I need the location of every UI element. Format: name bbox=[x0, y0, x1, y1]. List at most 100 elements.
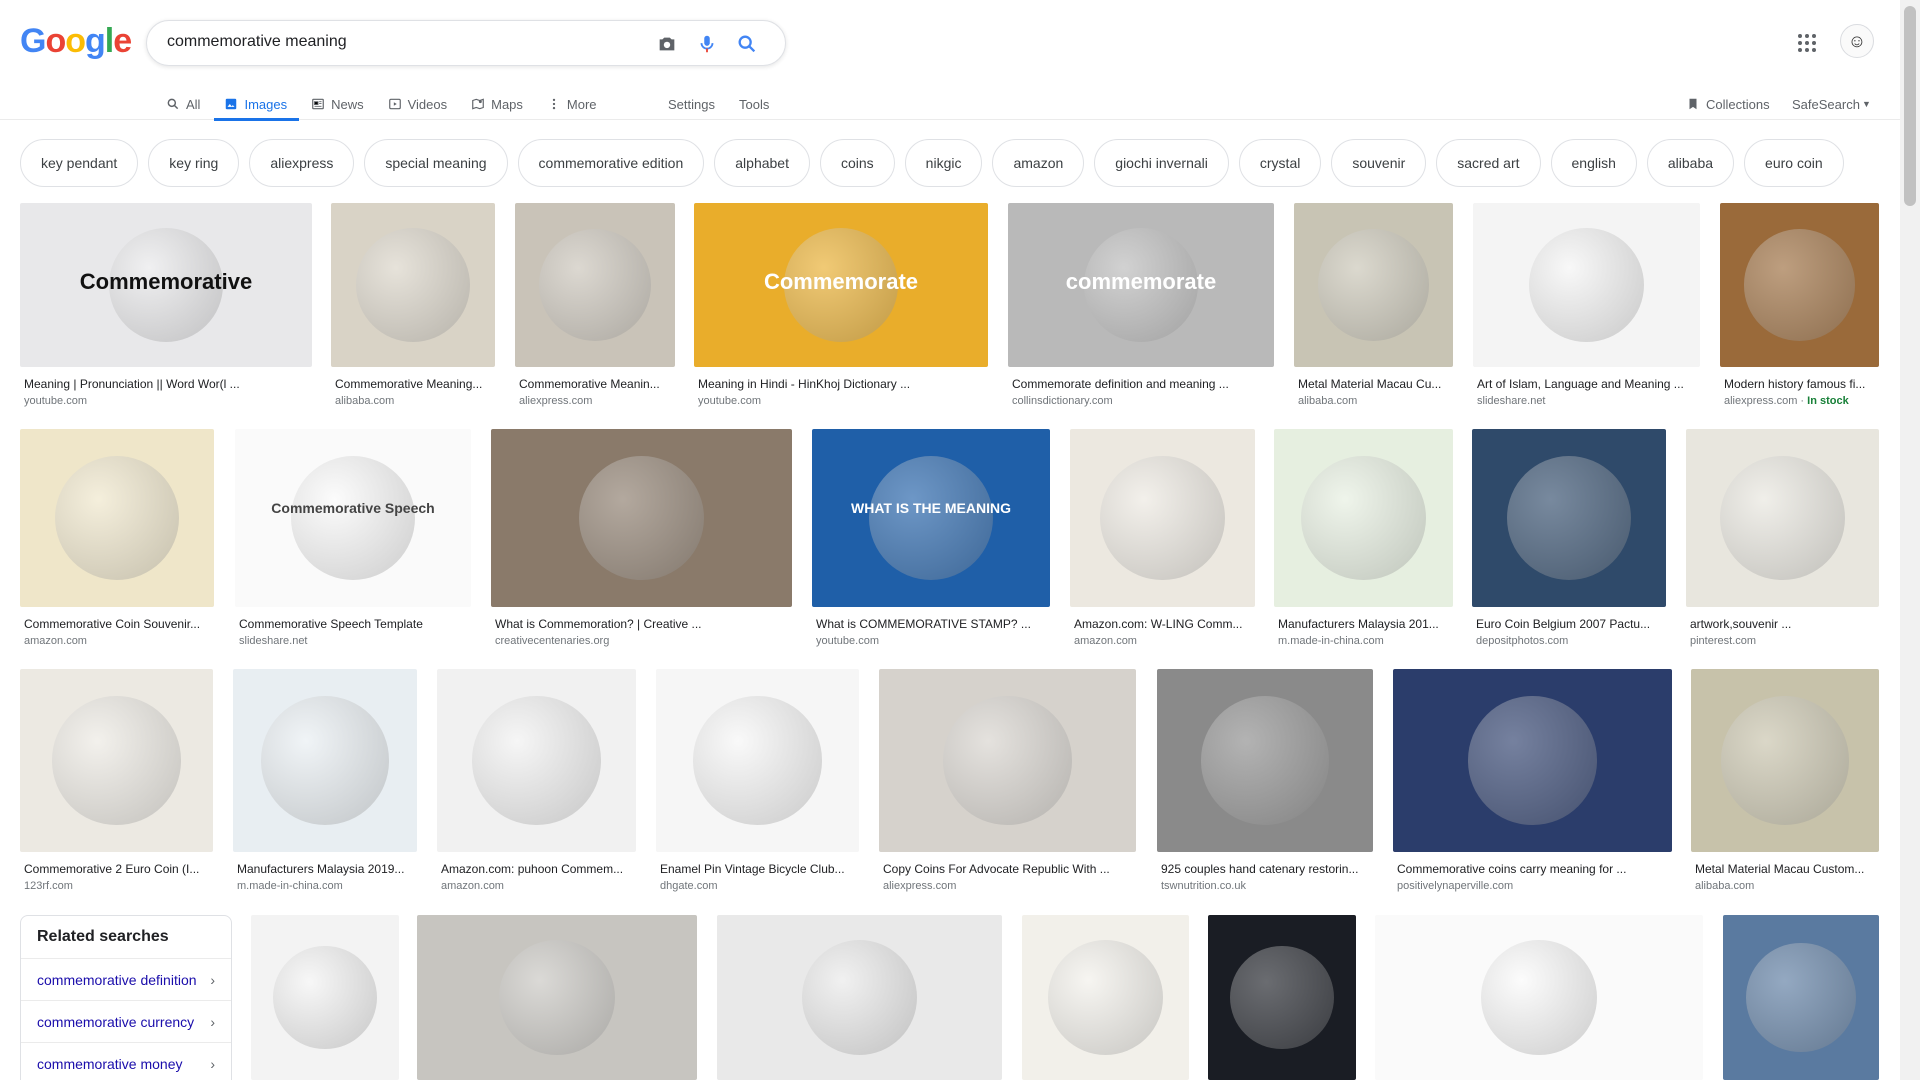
image-result[interactable]: Metal Material Macau Cu... alibaba.com bbox=[1294, 203, 1453, 407]
result-title[interactable]: Commemorate definition and meaning ... bbox=[1012, 377, 1274, 391]
image-result[interactable] bbox=[251, 915, 399, 1080]
result-title[interactable]: What is COMMEMORATIVE STAMP? ... bbox=[816, 617, 1050, 631]
tab-videos[interactable]: Videos bbox=[388, 88, 447, 120]
related-search-item[interactable]: commemorative currency › bbox=[21, 1001, 231, 1043]
avatar[interactable]: ☺ bbox=[1840, 24, 1874, 58]
image-result[interactable]: Metal Material Macau Custom... alibaba.co… bbox=[1691, 669, 1879, 892]
result-title[interactable]: What is Commemoration? | Creative ... bbox=[495, 617, 792, 631]
image-result[interactable] bbox=[1022, 915, 1189, 1080]
image-result[interactable] bbox=[717, 915, 1002, 1080]
image-result[interactable]: WHAT IS THE MEANING What is COMMEMORATIVE… bbox=[812, 429, 1050, 647]
collections-link[interactable]: Collections bbox=[1686, 88, 1770, 120]
result-thumbnail[interactable] bbox=[656, 669, 859, 852]
result-thumbnail[interactable]: Commemorative bbox=[20, 203, 312, 367]
image-result[interactable]: What is Commemoration? | Creative ... cre… bbox=[491, 429, 792, 647]
refinement-chip[interactable]: sacred art bbox=[1436, 139, 1541, 187]
image-result[interactable]: Euro Coin Belgium 2007 Pactu... depositph… bbox=[1472, 429, 1666, 647]
result-thumbnail[interactable] bbox=[491, 429, 792, 607]
result-thumbnail[interactable] bbox=[1022, 915, 1189, 1080]
refinement-chip[interactable]: alibaba bbox=[1646, 139, 1735, 187]
result-title[interactable]: Amazon.com: puhoon Commem... bbox=[441, 862, 636, 876]
refinement-chip[interactable]: crystal bbox=[1238, 139, 1322, 187]
image-result[interactable]: artwork,souvenir ... pinterest.com bbox=[1686, 429, 1879, 647]
result-title[interactable]: Copy Coins For Advocate Republic With ..… bbox=[883, 862, 1136, 876]
result-title[interactable]: Manufacturers Malaysia 201... bbox=[1278, 617, 1453, 631]
related-search-item[interactable]: commemorative definition › bbox=[21, 959, 231, 1001]
result-thumbnail[interactable] bbox=[1720, 203, 1879, 367]
tab-more[interactable]: More bbox=[547, 88, 597, 120]
result-thumbnail[interactable] bbox=[879, 669, 1136, 852]
result-thumbnail[interactable] bbox=[1472, 429, 1666, 607]
image-result[interactable]: commemorate Commemorate definition and me… bbox=[1008, 203, 1274, 407]
search-icon[interactable] bbox=[735, 32, 759, 56]
image-result[interactable]: Amazon.com: W-LING Comm... amazon.com bbox=[1070, 429, 1255, 647]
result-title[interactable]: Modern history famous fi... bbox=[1724, 377, 1879, 391]
image-result[interactable]: Commemorative Meanin... aliexpress.com bbox=[515, 203, 675, 407]
result-thumbnail[interactable]: Commemorative Speech bbox=[235, 429, 471, 607]
image-result[interactable]: Modern history famous fi... aliexpress.co… bbox=[1720, 203, 1879, 407]
image-result[interactable]: Commemorative coins carry meaning for ..… bbox=[1393, 669, 1672, 892]
result-thumbnail[interactable] bbox=[1208, 915, 1356, 1080]
result-thumbnail[interactable] bbox=[717, 915, 1002, 1080]
refinement-chip[interactable]: amazon bbox=[992, 139, 1085, 187]
result-title[interactable]: Art of Islam, Language and Meaning ... bbox=[1477, 377, 1700, 391]
result-thumbnail[interactable] bbox=[20, 669, 213, 852]
image-result[interactable]: Commemorative Meaning | Pronunciation || … bbox=[20, 203, 312, 407]
result-thumbnail[interactable] bbox=[251, 915, 399, 1080]
result-thumbnail[interactable] bbox=[437, 669, 636, 852]
result-thumbnail[interactable] bbox=[1157, 669, 1373, 852]
result-thumbnail[interactable] bbox=[417, 915, 697, 1080]
result-thumbnail[interactable] bbox=[1274, 429, 1453, 607]
tools-link[interactable]: Tools bbox=[739, 88, 769, 120]
result-thumbnail[interactable]: WHAT IS THE MEANING bbox=[812, 429, 1050, 607]
result-thumbnail[interactable] bbox=[1375, 915, 1703, 1080]
scrollbar-thumb[interactable] bbox=[1904, 6, 1916, 206]
result-thumbnail[interactable] bbox=[1393, 669, 1672, 852]
refinement-chip[interactable]: giochi invernali bbox=[1094, 139, 1229, 187]
result-title[interactable]: Commemorative coins carry meaning for ..… bbox=[1397, 862, 1672, 876]
refinement-chip[interactable]: coins bbox=[819, 139, 895, 187]
image-result[interactable] bbox=[1208, 915, 1356, 1080]
result-title[interactable]: Metal Material Macau Custom... bbox=[1695, 862, 1879, 876]
result-thumbnail[interactable] bbox=[1691, 669, 1879, 852]
image-result[interactable]: Manufacturers Malaysia 2019... m.made-in-… bbox=[233, 669, 417, 892]
refinement-chip[interactable]: euro coin bbox=[1744, 139, 1844, 187]
image-result[interactable]: Commemorative Meaning... alibaba.com bbox=[331, 203, 495, 407]
google-logo[interactable]: Google bbox=[20, 22, 132, 61]
related-search-item[interactable]: commemorative money › bbox=[21, 1043, 231, 1080]
result-title[interactable]: Amazon.com: W-LING Comm... bbox=[1074, 617, 1255, 631]
tab-news[interactable]: News bbox=[311, 88, 364, 120]
result-thumbnail[interactable] bbox=[1473, 203, 1700, 367]
apps-grid-icon[interactable] bbox=[1796, 32, 1818, 54]
safesearch-menu[interactable]: SafeSearch ▼ bbox=[1792, 88, 1871, 120]
result-title[interactable]: Commemorative Coin Souvenir... bbox=[24, 617, 214, 631]
refinement-chip[interactable]: souvenir bbox=[1331, 139, 1427, 187]
image-result[interactable]: Art of Islam, Language and Meaning ... sl… bbox=[1473, 203, 1700, 407]
result-thumbnail[interactable] bbox=[20, 429, 214, 607]
image-result[interactable] bbox=[1723, 915, 1879, 1080]
image-result[interactable]: Copy Coins For Advocate Republic With ..… bbox=[879, 669, 1136, 892]
camera-icon[interactable] bbox=[655, 32, 679, 56]
microphone-icon[interactable] bbox=[695, 32, 719, 56]
refinement-chip[interactable]: special meaning bbox=[364, 139, 508, 187]
result-thumbnail[interactable] bbox=[515, 203, 675, 367]
refinement-chip[interactable]: aliexpress bbox=[249, 139, 355, 187]
image-result[interactable]: Commemorative Speech Commemorative Speech… bbox=[235, 429, 471, 647]
result-thumbnail[interactable] bbox=[1686, 429, 1879, 607]
image-result[interactable] bbox=[417, 915, 697, 1080]
result-title[interactable]: Commemorative Meaning... bbox=[335, 377, 495, 391]
refinement-chip[interactable]: alphabet bbox=[714, 139, 810, 187]
result-thumbnail[interactable] bbox=[1070, 429, 1255, 607]
refinement-chip[interactable]: nikgic bbox=[904, 139, 983, 187]
image-result[interactable]: Enamel Pin Vintage Bicycle Club... dhgate… bbox=[656, 669, 859, 892]
result-title[interactable]: Metal Material Macau Cu... bbox=[1298, 377, 1453, 391]
result-title[interactable]: Commemorative Speech Template bbox=[239, 617, 471, 631]
result-title[interactable]: Meaning in Hindi - HinKhoj Dictionary ..… bbox=[698, 377, 988, 391]
result-title[interactable]: Meaning | Pronunciation || Word Wor(l ..… bbox=[24, 377, 312, 391]
settings-link[interactable]: Settings bbox=[668, 88, 715, 120]
result-thumbnail[interactable]: Commemorate bbox=[694, 203, 988, 367]
image-result[interactable]: Commemorative 2 Euro Coin (I... 123rf.com bbox=[20, 669, 213, 892]
refinement-chip[interactable]: commemorative edition bbox=[517, 139, 705, 187]
result-title[interactable]: Commemorative Meanin... bbox=[519, 377, 675, 391]
result-thumbnail[interactable]: commemorate bbox=[1008, 203, 1274, 367]
